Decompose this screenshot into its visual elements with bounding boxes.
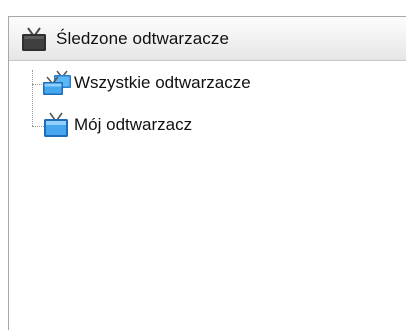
tv-icon [20,26,48,52]
panel-title: Śledzone odtwarzacze [56,29,230,48]
players-tree: Wszystkie odtwarzacze Mój odtwarzacz [9,62,406,330]
tree-connector [32,70,33,126]
tree-item-label: Wszystkie odtwarzacze [74,73,251,92]
tracked-players-panel: Śledzone odtwarzacze Wszystkie odtwarzac… [8,16,406,330]
tv-icon [42,112,72,138]
tree-item-label: Mój odtwarzacz [74,115,193,134]
tv-group-icon [42,70,72,96]
panel-header: Śledzone odtwarzacze [9,17,406,61]
